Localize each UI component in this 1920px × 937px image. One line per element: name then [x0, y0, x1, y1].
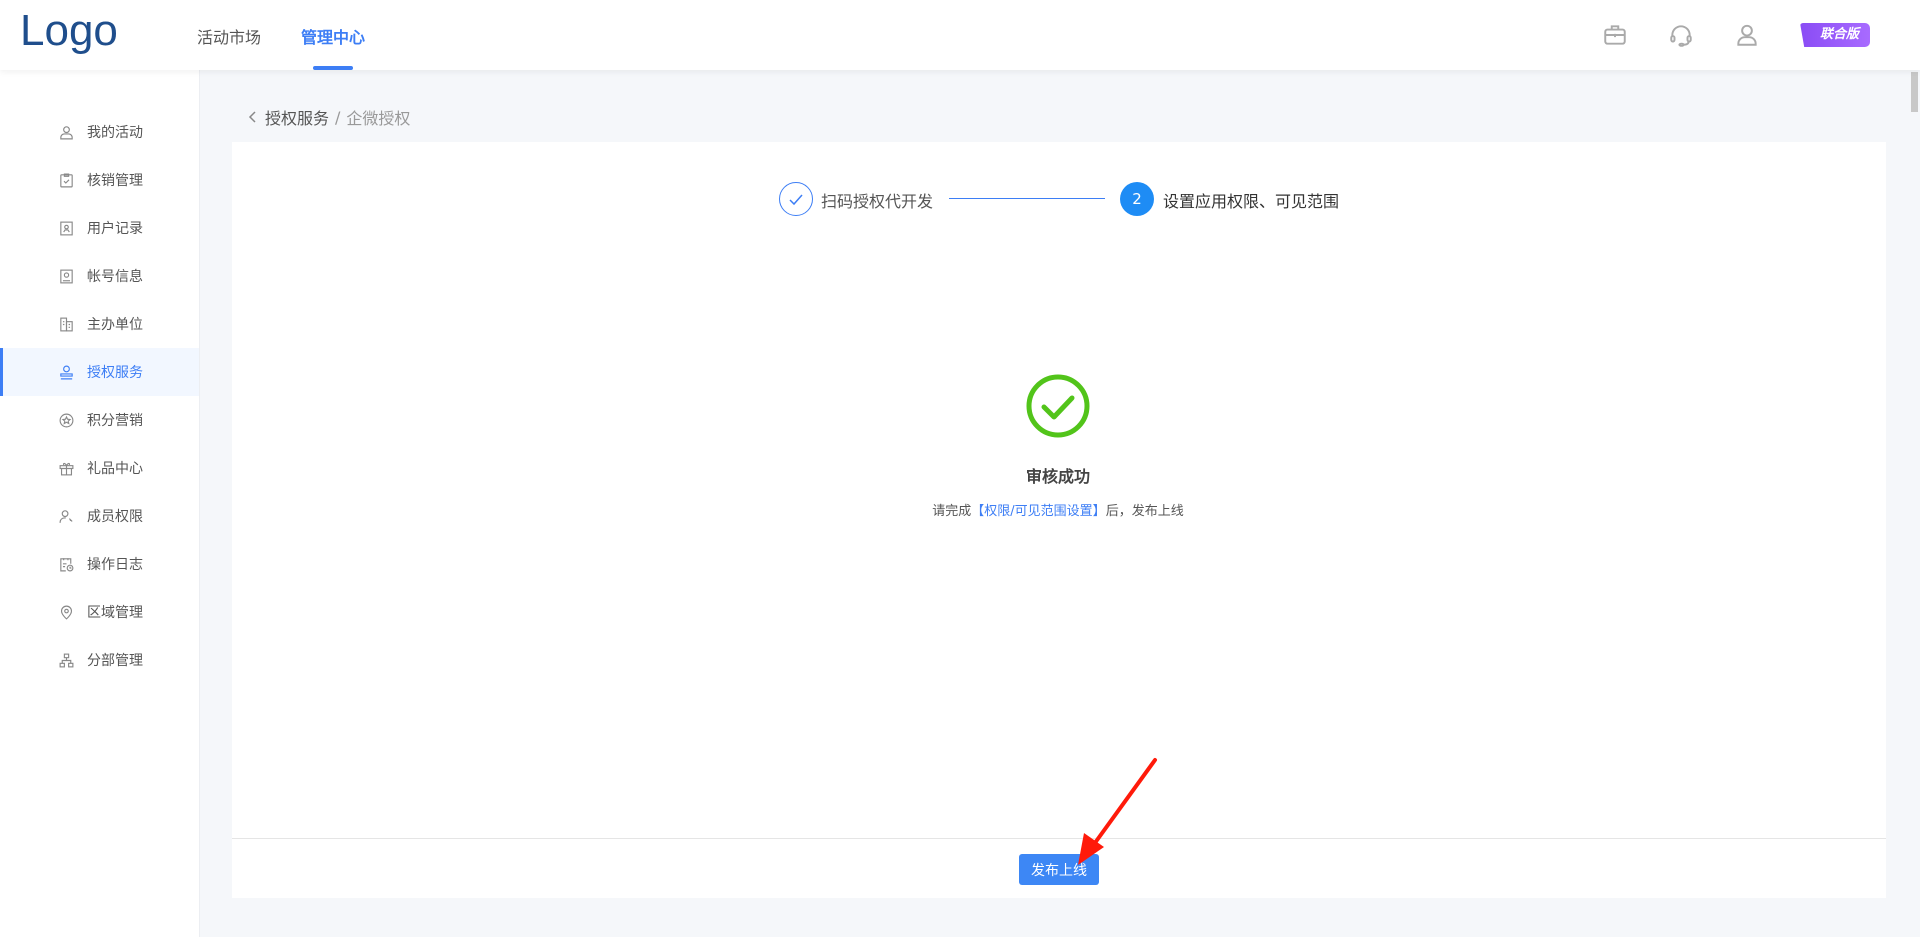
footer-divider [232, 838, 1886, 839]
sidebar-item-label: 核销管理 [87, 173, 143, 189]
content-card [232, 142, 1886, 898]
edition-badge: 联合版 [1800, 23, 1870, 47]
sidebar-item-region-management[interactable]: 区域管理 [0, 588, 199, 636]
sidebar-item-points-marketing[interactable]: 积分营销 [0, 396, 199, 444]
back-chevron-icon[interactable] [247, 110, 259, 124]
sidebar-item-label: 帐号信息 [87, 269, 143, 285]
desc-prefix: 请完成 [932, 504, 972, 519]
top-header: Logo 活动市场 管理中心 联合版 [0, 0, 1920, 70]
sidebar-item-label: 区域管理 [87, 605, 143, 621]
step-2-label: 设置应用权限、可见范围 [1163, 192, 1340, 211]
org-chart-icon [59, 653, 74, 667]
sidebar-item-label: 用户记录 [87, 221, 143, 237]
briefcase-icon[interactable] [1602, 22, 1628, 48]
logo[interactable]: Logo [20, 6, 118, 56]
log-icon [60, 557, 74, 571]
account-icon [60, 269, 73, 283]
result-title: 审核成功 [1025, 467, 1090, 486]
red-arrow-annotation [1078, 758, 1157, 865]
sidebar-item-operation-log[interactable]: 操作日志 [0, 540, 199, 588]
sidebar-item-label: 操作日志 [87, 557, 143, 573]
id-card-icon [60, 221, 73, 235]
clipboard-check-icon [60, 173, 73, 187]
stamp-icon [60, 365, 73, 379]
sidebar-item-label: 我的活动 [87, 125, 143, 141]
scrollbar[interactable] [1911, 72, 1918, 112]
step-1-label: 扫码授权代开发 [821, 192, 934, 211]
user-icon[interactable] [1734, 22, 1760, 48]
success-check-icon [1026, 374, 1090, 438]
permission-settings-link[interactable]: 【权限/可见范围设置】 [971, 504, 1105, 519]
location-icon [60, 605, 73, 620]
nav-management-center[interactable]: 管理中心 [301, 24, 365, 70]
building-icon [60, 317, 73, 331]
sidebar-item-organizer[interactable]: 主办单位 [0, 300, 199, 348]
star-badge-icon [59, 413, 74, 427]
step-2-number: 2 [1120, 182, 1154, 216]
user-icon [60, 125, 73, 139]
sidebar-item-user-records[interactable]: 用户记录 [0, 204, 199, 252]
sidebar-item-label: 分部管理 [87, 653, 143, 669]
breadcrumb-parent[interactable]: 授权服务 [265, 105, 329, 129]
step-1-done-icon [779, 182, 813, 216]
sidebar-item-my-activities[interactable]: 我的活动 [0, 108, 199, 156]
breadcrumb-separator: / [335, 107, 341, 127]
sidebar-item-label: 授权服务 [87, 365, 143, 381]
sidebar-item-label: 积分营销 [87, 413, 143, 429]
sidebar-item-verification[interactable]: 核销管理 [0, 156, 199, 204]
sidebar-item-branch-management[interactable]: 分部管理 [0, 636, 199, 684]
headset-icon[interactable] [1668, 22, 1694, 48]
result-description: 请完成【权限/可见范围设置】后，发布上线 [0, 500, 1920, 519]
desc-suffix: 后，发布上线 [1105, 504, 1184, 519]
breadcrumb: 授权服务 / 企微授权 [247, 105, 410, 129]
sidebar-item-label: 主办单位 [87, 317, 143, 333]
breadcrumb-current: 企微授权 [346, 109, 411, 128]
nav-activity-market[interactable]: 活动市场 [197, 24, 261, 48]
sidebar-item-account-info[interactable]: 帐号信息 [0, 252, 199, 300]
step-connector [949, 198, 1105, 199]
sidebar-item-authorization[interactable]: 授权服务 [0, 348, 199, 396]
